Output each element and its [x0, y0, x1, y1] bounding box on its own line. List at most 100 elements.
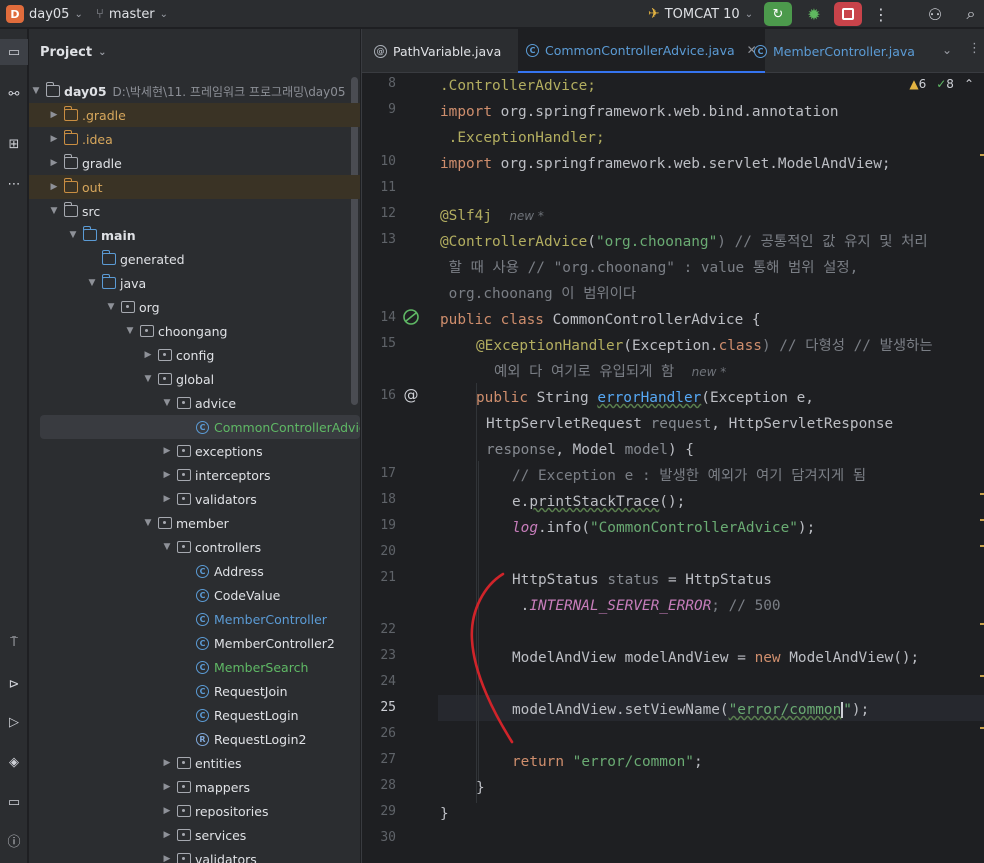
tab-path-variable[interactable]: @ PathVariable.java — [366, 29, 509, 73]
tree-row-interceptors[interactable]: ▶ interceptors — [29, 463, 360, 487]
project-panel-header[interactable]: Project ⌄ — [40, 45, 106, 60]
line-number: 20 — [380, 544, 396, 559]
tree-label: generated — [120, 251, 185, 267]
project-selector[interactable]: D day05 ⌄ — [6, 0, 83, 28]
package-icon — [158, 517, 172, 529]
expand-arrow-icon[interactable]: ▶ — [141, 350, 155, 360]
expand-arrow-icon[interactable]: ▼ — [123, 326, 137, 336]
spring-bean-gutter-icon[interactable] — [402, 308, 420, 326]
tree-row-code-value[interactable]: C CodeValue — [29, 583, 360, 607]
services-tool-button[interactable]: ⊳ — [0, 671, 28, 697]
request-mapping-gutter-icon[interactable]: @ — [402, 386, 420, 404]
expand-arrow-icon[interactable]: ▼ — [104, 302, 118, 312]
expand-arrow-icon[interactable]: ▶ — [160, 782, 174, 792]
tree-row-gradle[interactable]: ▶ gradle — [29, 151, 360, 175]
tree-label: MemberController2 — [214, 635, 335, 651]
expand-arrow-icon[interactable]: ▶ — [160, 758, 174, 768]
tree-row-choongang[interactable]: ▼ choongang — [29, 319, 360, 343]
tab-member-controller[interactable]: C MemberController.java — [746, 29, 923, 73]
structure-tool-button[interactable]: ⊞ — [0, 131, 28, 157]
expand-arrow-icon[interactable]: ▼ — [66, 230, 80, 240]
expand-arrow-icon[interactable]: ▶ — [160, 854, 174, 863]
expand-arrow-icon[interactable]: ▼ — [85, 278, 99, 288]
layers-tool-button[interactable]: ◈ — [0, 749, 28, 775]
stop-button[interactable] — [834, 2, 862, 26]
search-button[interactable]: ⌕ — [958, 2, 984, 26]
warning-marker[interactable] — [980, 623, 984, 625]
expand-arrow-icon[interactable]: ▶ — [47, 182, 61, 192]
more-tools-button[interactable]: ⋯ — [0, 171, 28, 197]
branch-selector[interactable]: ⑂ master ⌄ — [96, 0, 168, 28]
run-config-selector[interactable]: ✈ TOMCAT 10 ⌄ — [648, 0, 753, 28]
tree-row-out[interactable]: ▶ out — [29, 175, 360, 199]
tree-row-gradle-hidden[interactable]: ▶ .gradle — [29, 103, 360, 127]
tree-label: java — [120, 275, 147, 291]
expand-arrow-icon[interactable]: ▶ — [160, 830, 174, 840]
expand-arrow-icon[interactable]: ▶ — [47, 134, 61, 144]
tree-row-main[interactable]: ▼ main — [29, 223, 360, 247]
warning-marker[interactable] — [980, 519, 984, 521]
tree-row-exceptions[interactable]: ▶ exceptions — [29, 439, 360, 463]
warning-marker[interactable] — [980, 493, 984, 495]
expand-arrow-icon[interactable]: ▶ — [160, 806, 174, 816]
tree-row-idea[interactable]: ▶ .idea — [29, 127, 360, 151]
expand-arrow-icon[interactable]: ▶ — [47, 110, 61, 120]
tree-row-member[interactable]: ▼ member — [29, 511, 360, 535]
rerun-button[interactable]: ↻ — [764, 2, 792, 26]
tree-row-address[interactable]: C Address — [29, 559, 360, 583]
tree-row-src[interactable]: ▼ src — [29, 199, 360, 223]
tab-common-controller-advice[interactable]: C CommonControllerAdvice.java ✕ — [518, 29, 765, 73]
problems-tool-button[interactable]: ⓘ — [0, 827, 28, 853]
endpoints-tool-button[interactable]: ⍑ — [0, 629, 28, 655]
tab-list-chevron-icon[interactable]: ⌄ — [942, 43, 952, 57]
expand-arrow-icon[interactable]: ▶ — [160, 470, 174, 480]
tree-row-advice[interactable]: ▼ advice — [29, 391, 360, 415]
run-tool-button[interactable]: ▷ — [0, 709, 28, 735]
tree-row-repositories[interactable]: ▶ repositories — [29, 799, 360, 823]
terminal-tool-button[interactable]: ▭ — [0, 789, 28, 815]
tree-row-generated[interactable]: generated — [29, 247, 360, 271]
tree-row-root[interactable]: ▼ day05 D:\박세현\11. 프레임워크 프로그래밍\day05 — [29, 79, 360, 103]
expand-arrow-icon[interactable]: ▼ — [141, 374, 155, 384]
tree-row-mappers[interactable]: ▶ mappers — [29, 775, 360, 799]
more-actions-button[interactable]: ⋮ — [868, 2, 894, 26]
line-number: 8 — [388, 76, 396, 91]
expand-arrow-icon[interactable]: ▶ — [47, 158, 61, 168]
expand-arrow-icon[interactable]: ▶ — [160, 494, 174, 504]
code-line-12: @Slf4j new * — [440, 208, 544, 224]
debug-button[interactable]: ✹ — [800, 2, 828, 26]
more-vertical-icon[interactable]: ⋮ — [968, 41, 981, 56]
warning-marker[interactable] — [980, 154, 984, 156]
tree-row-common-controller-advice[interactable]: C CommonControllerAdvice — [40, 415, 360, 439]
expand-arrow-icon[interactable]: ▼ — [141, 518, 155, 528]
code-editor[interactable]: .ControllerAdvice; import org.springfram… — [438, 73, 984, 863]
tree-row-java[interactable]: ▼ java — [29, 271, 360, 295]
expand-arrow-icon[interactable]: ▼ — [160, 398, 174, 408]
tree-row-global[interactable]: ▼ global — [29, 367, 360, 391]
tree-row-org[interactable]: ▼ org — [29, 295, 360, 319]
add-user-button[interactable]: ⚇ — [922, 2, 948, 26]
tree-row-entities[interactable]: ▶ entities — [29, 751, 360, 775]
warning-marker[interactable] — [980, 675, 984, 677]
tree-row-request-login2[interactable]: R RequestLogin2 — [29, 727, 360, 751]
expand-arrow-icon[interactable]: ▶ — [160, 446, 174, 456]
tree-row-controllers[interactable]: ▼ controllers — [29, 535, 360, 559]
tree-row-request-join[interactable]: C RequestJoin — [29, 679, 360, 703]
commit-tool-button[interactable]: ⚯ — [0, 81, 28, 107]
tree-row-request-login[interactable]: C RequestLogin — [29, 703, 360, 727]
tree-label: RequestLogin — [214, 707, 299, 723]
tree-row-services[interactable]: ▶ services — [29, 823, 360, 847]
expand-arrow-icon[interactable]: ▼ — [47, 206, 61, 216]
expand-arrow-icon[interactable]: ▼ — [29, 86, 43, 96]
warning-marker[interactable] — [980, 727, 984, 729]
tree-row-validators2[interactable]: ▶ validators — [29, 847, 360, 863]
tree-row-member-controller[interactable]: C MemberController — [29, 607, 360, 631]
tree-row-member-controller2[interactable]: C MemberController2 — [29, 631, 360, 655]
tree-row-member-search[interactable]: C MemberSearch — [29, 655, 360, 679]
warning-marker[interactable] — [980, 545, 984, 547]
tree-row-config[interactable]: ▶ config — [29, 343, 360, 367]
project-tool-button[interactable]: ▭ — [0, 39, 28, 65]
tree-label: controllers — [195, 539, 262, 555]
tree-row-validators[interactable]: ▶ validators — [29, 487, 360, 511]
expand-arrow-icon[interactable]: ▼ — [160, 542, 174, 552]
